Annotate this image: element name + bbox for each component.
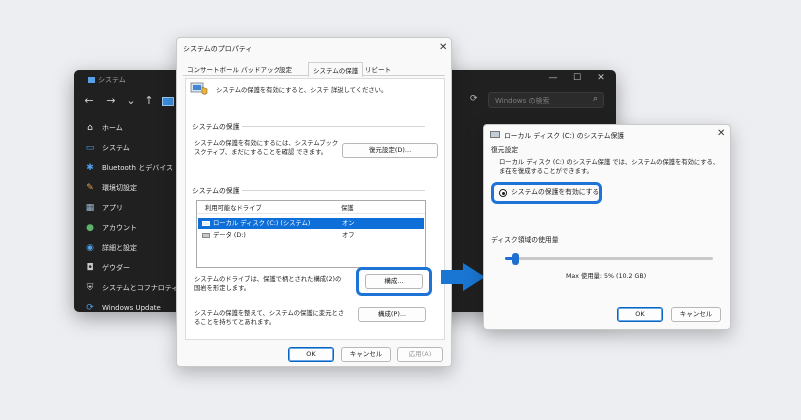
sidebar-item[interactable]: ✎ 環境切設定 xyxy=(84,178,184,198)
back-arrow-icon[interactable]: ← xyxy=(82,94,96,107)
gamepad-icon: ◘ xyxy=(86,263,94,273)
drive-row-c[interactable]: ローカル ディスク (C:) (システム) オン xyxy=(198,218,424,229)
local-disk-protection-dialog: ローカル ディスク (C:) のシステム保護 ✕ xyxy=(483,124,731,330)
sidebar-item-label: アプリ xyxy=(102,204,123,212)
restore-settings-button[interactable]: 復元設定(D)... xyxy=(342,143,438,158)
disk-ok-button[interactable]: OK xyxy=(617,307,663,322)
disk-usage-slider-track[interactable] xyxy=(505,257,713,260)
create-button[interactable]: 構成(P)... xyxy=(358,307,426,322)
sidebar-item-label: ゲウダー xyxy=(102,264,130,272)
windows-search-input[interactable]: Windows の検索 ⌕ xyxy=(488,92,604,108)
drive-list[interactable]: 利用可能なドライブ 保護 ローカル ディスク (C:) (システム) オン デー… xyxy=(196,200,426,268)
sidebar-item[interactable]: ◉ 詳細と設定 xyxy=(84,238,184,258)
sidebar-item-label: システムとコフナロティー xyxy=(102,284,186,292)
header-protection: 保護 xyxy=(341,205,354,212)
refresh-icon[interactable]: ⟳ xyxy=(470,94,478,104)
drive-name: データ (D:) xyxy=(213,232,246,239)
maximize-button[interactable]: ☐ xyxy=(570,73,584,83)
address-bar-icon xyxy=(162,97,174,106)
disk-dialog-close-icon[interactable]: ✕ xyxy=(717,128,725,139)
sidebar-item[interactable]: ⟳ Windows Update xyxy=(84,298,184,312)
intro-text: システムの保護を有効にすると、システ 詳説してください。 xyxy=(216,87,388,94)
monitor-icon: ▭ xyxy=(85,143,95,153)
create-text-line1: システムの保護を整えて、システムの保護に変元とさ xyxy=(194,310,345,317)
bg-sidebar: ⌂ ホーム ▭ システム ✱ Bluetooth とデバイス ✎ 環境切設定 ▦ アプリ ● アカウン… xyxy=(84,118,186,312)
group2-label: システムの保護 xyxy=(192,185,243,195)
disk-usage-label: ディスク領域の使用量 xyxy=(491,236,559,244)
sidebar-item-label: 詳細と設定 xyxy=(102,244,137,252)
sidebar-item[interactable]: ▦ アプリ xyxy=(84,198,184,218)
sidebar-item[interactable]: ⌂ ホーム xyxy=(84,118,184,138)
radio-highlight-box xyxy=(491,182,602,204)
sidebar-item[interactable]: ✱ Bluetooth とデバイス xyxy=(84,158,184,178)
apps-icon: ▦ xyxy=(85,203,95,213)
drive-row-d[interactable]: データ (D:) オフ xyxy=(198,230,424,241)
tab-remote[interactable]: リビート xyxy=(365,64,391,74)
tab-advanced[interactable]: 設定 xyxy=(279,64,292,74)
forward-arrow-icon[interactable]: → xyxy=(104,94,118,107)
sidebar-item[interactable]: ⛨ システムとコフナロティー xyxy=(84,278,186,298)
update-icon: ⟳ xyxy=(86,303,94,312)
header-drive: 利用可能なドライブ xyxy=(205,205,262,212)
chevron-down-icon[interactable]: ⌄ xyxy=(124,94,138,107)
bg-window-title: システム xyxy=(88,75,126,85)
tab-hardware[interactable]: パッドアック xyxy=(241,64,280,74)
disk-desc-line1: ローカル ディスク (C:) のシステム保護 では、システムの保護を有効にする、 xyxy=(499,159,720,166)
tab-system-protection[interactable]: システムの保護 xyxy=(308,62,364,77)
configure-highlight-box xyxy=(356,267,432,296)
globe-icon: ◉ xyxy=(86,243,94,253)
sidebar-item-label: 環境切設定 xyxy=(102,184,137,192)
drive-protection: オフ xyxy=(342,232,355,239)
sidebar-item-label: システム xyxy=(102,144,130,152)
account-icon: ● xyxy=(86,223,94,233)
props-cancel-button[interactable]: キャンセル xyxy=(341,347,391,362)
props-tab-bar: コンサートボール パッドアック 設定 システムの保護 リビート xyxy=(183,62,445,77)
up-arrow-icon[interactable]: ↑ xyxy=(142,94,156,107)
settings-app-icon xyxy=(88,77,95,83)
system-protection-icon xyxy=(190,82,208,95)
disk-cancel-button[interactable]: キャンセル xyxy=(671,307,721,322)
home-icon: ⌂ xyxy=(87,123,93,133)
tab-computer-name[interactable]: コンサートボール xyxy=(187,64,239,74)
drive-icon xyxy=(202,233,210,238)
max-usage-text: Max 使用量: 5% (10.2 GB) xyxy=(566,273,647,280)
group1-text-line2: スクティブ、まだにすることを確認 できます。 xyxy=(194,149,328,156)
props-ok-button[interactable]: OK xyxy=(288,347,334,362)
arrow-shaft xyxy=(441,270,465,284)
minimize-button[interactable]: — xyxy=(546,73,560,83)
search-icon: ⌕ xyxy=(592,94,598,104)
sidebar-item[interactable]: ◘ ゲウダー xyxy=(84,258,184,278)
sidebar-item[interactable]: ▭ システム xyxy=(84,138,184,158)
disk-desc-line2: ま在を復成することができます。 xyxy=(499,168,593,175)
drive-name: ローカル ディスク (C:) (システム) xyxy=(213,220,311,227)
pen-icon: ✎ xyxy=(86,183,94,193)
sidebar-item-label: Bluetooth とデバイス xyxy=(102,164,173,172)
disk-dialog-title: ローカル ディスク (C:) のシステム保護 xyxy=(504,132,625,140)
drive-list-header: 利用可能なドライブ 保護 xyxy=(197,203,425,214)
drive-icon xyxy=(202,221,210,226)
restore-settings-label: 復元設定 xyxy=(491,146,519,154)
sidebar-item[interactable]: ● アカウント xyxy=(84,218,184,238)
group1-text-line1: システムの保護を有効にするには、システムブック xyxy=(194,140,339,147)
configure-text-line1: システムのドライブは、保護で柄とされた構成(2)の xyxy=(194,276,342,283)
sidebar-item-label: ホーム xyxy=(102,124,123,132)
group1-label: システムの保護 xyxy=(192,121,243,131)
props-dialog-title: システムのプロパティ xyxy=(183,45,253,53)
sidebar-item-label: アカウント xyxy=(102,224,137,232)
right-arrow-icon xyxy=(463,263,485,291)
drive-icon xyxy=(490,131,500,138)
shield-icon: ⛨ xyxy=(86,283,94,293)
bg-close-button[interactable]: ✕ xyxy=(594,73,608,83)
props-close-icon[interactable]: ✕ xyxy=(439,42,447,53)
sidebar-item-label: Windows Update xyxy=(102,304,161,312)
props-apply-button[interactable]: 応用(A) xyxy=(397,347,443,362)
drive-protection: オン xyxy=(342,220,355,227)
create-text-line2: ることを持ちてとあれます。 xyxy=(194,319,276,326)
disk-usage-slider-thumb[interactable] xyxy=(512,253,520,265)
bluetooth-icon: ✱ xyxy=(86,163,94,173)
configure-text-line2: 国岩を形定します。 xyxy=(194,285,251,292)
